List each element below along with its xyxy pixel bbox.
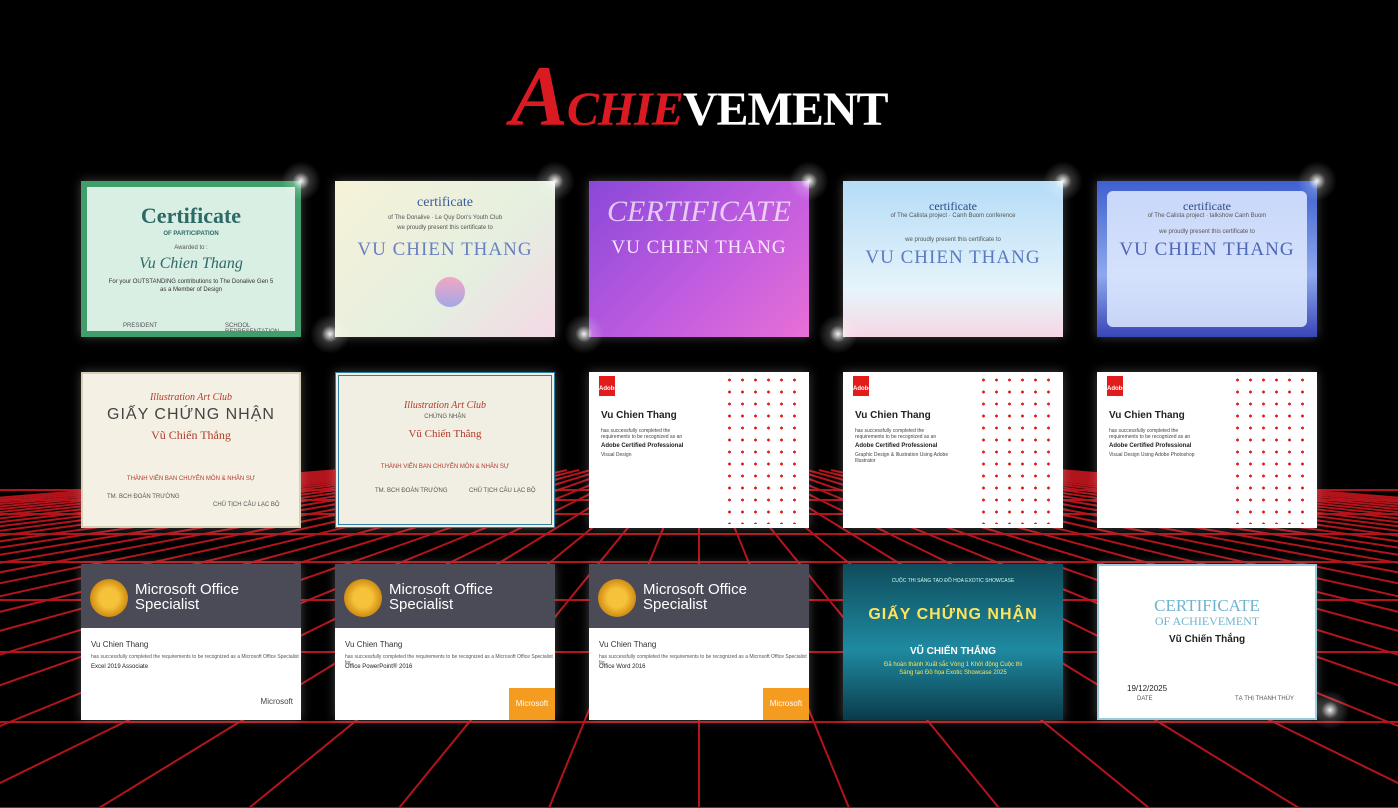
certificate-calista-conference[interactable]: certificate of The Calista project · Can… xyxy=(843,181,1063,337)
adobe-pattern xyxy=(1231,374,1311,524)
mos-heading-2: Specialist xyxy=(389,596,454,613)
cert-sig-left: TM. BCH ĐOÀN TRƯỜNG xyxy=(375,488,448,494)
cert-line2: requirements to be recognized as an xyxy=(601,434,683,440)
certificate-adobe-illustrator[interactable]: Adobe Vu Chien Thang has successfully co… xyxy=(843,372,1063,528)
cert-title: Adobe Certified Professional xyxy=(855,443,938,449)
cert-line1: Đã hoàn thành Xuất sắc Vòng 1 Khởi động … xyxy=(883,662,1023,668)
cert-recipient: VU CHIEN THANG xyxy=(1119,239,1295,260)
certificate-exotic-showcase[interactable]: CUỘC THI SÁNG TẠO ĐỒ HỌA EXOTIC SHOWCASE… xyxy=(843,564,1063,720)
cert-intro: we proudly present this certificate to xyxy=(1159,229,1255,235)
cert-track: Visual Design xyxy=(601,452,632,458)
cert-recipient: Vũ Chiến Thắng xyxy=(408,428,482,440)
adobe-logo-icon: Adobe xyxy=(1107,376,1126,396)
cert-recipient: Vu Chien Thang xyxy=(345,640,403,649)
cert-heading: certificate xyxy=(929,199,977,213)
cert-track: Visual Design Using Adobe Photoshop xyxy=(1109,452,1195,458)
cert-sig-right: CHỦ TỊCH CÂU LẠC BỘ xyxy=(469,488,536,494)
page-title: ACHIEVEMENT xyxy=(0,46,1398,146)
cert-title: Adobe Certified Professional xyxy=(601,443,684,449)
cert-recipient: Vu Chien Thang xyxy=(139,255,243,272)
cert-line2: Sáng tạo Đồ họa Exotic Showcase 2025 xyxy=(899,670,1007,676)
cert-heading: CHỨNG NHẬN xyxy=(424,414,466,420)
cert-role: THÀNH VIÊN BAN CHUYÊN MÔN & NHÂN SỰ xyxy=(126,476,256,482)
certificate-adobe-photoshop[interactable]: Adobe Vu Chien Thang has successfully co… xyxy=(1097,372,1317,528)
cert-recipient: Vũ Chiến Thắng xyxy=(1168,634,1246,645)
cert-recipient: VŨ CHIẾN THẮNG xyxy=(909,646,997,657)
adobe-pattern xyxy=(723,374,803,524)
certificate-achievement[interactable]: CERTIFICATE OF ACHIEVEMENT Vũ Chiến Thắn… xyxy=(1097,564,1317,720)
certificate-donalive[interactable]: certificate of The Donalive · Le Quy Don… xyxy=(335,181,555,337)
cert-heading-1: CERTIFICATE xyxy=(1154,596,1260,615)
cert-intro: we proudly present this certificate to xyxy=(905,237,1001,243)
cert-recipient: Vu Chien Thang xyxy=(599,640,657,649)
cert-signer: TẠ THỊ THANH THÚY xyxy=(1235,696,1295,702)
cert-org: of The Calista project · Canh Buom confe… xyxy=(890,213,1016,219)
cert-org: of The Donalive · Le Quy Don's Youth Clu… xyxy=(387,215,503,221)
cert-track: Graphic Design & Illustration Using Adob… xyxy=(855,452,949,464)
mos-seal-icon xyxy=(344,579,382,617)
mos-heading-2: Specialist xyxy=(643,596,708,613)
decor-circle-icon xyxy=(435,277,465,307)
cert-sub: OF PARTICIPATION xyxy=(163,231,219,237)
cert-sig-left: TM. BCH ĐOÀN TRƯỜNG xyxy=(107,494,180,500)
cert-recipient: Vũ Chiến Thắng xyxy=(151,428,231,442)
cert-top: CUỘC THI SÁNG TẠO ĐỒ HỌA EXOTIC SHOWCASE xyxy=(891,578,1015,584)
certificate-illustration-club-2[interactable]: Illustration Art Club CHỨNG NHẬN Vũ Chiế… xyxy=(335,372,555,528)
title-mid: CHIE xyxy=(566,83,684,136)
cert-track: Excel 2019 Associate xyxy=(91,664,149,670)
cert-club: Illustration Art Club xyxy=(149,392,233,403)
cert-line2: as a Member of Design xyxy=(159,287,223,293)
cert-intro: we proudly present this certificate to xyxy=(397,225,493,231)
certificate-mos-powerpoint[interactable]: Microsoft Office Specialist Vu Chien Than… xyxy=(335,564,555,720)
adobe-logo-icon: Adobe xyxy=(599,376,618,396)
microsoft-logo-icon: Microsoft xyxy=(260,697,293,706)
cert-recipient: Vu Chien Thang xyxy=(601,410,677,421)
cert-heading: GIẤY CHỨNG NHẬN xyxy=(107,406,275,423)
cert-recipient: Vu Chien Thang xyxy=(91,640,149,649)
certificate-mos-excel[interactable]: Microsoft Office Specialist Vu Chien Than… xyxy=(81,564,301,720)
cert-club: Illustration Art Club xyxy=(403,400,487,411)
cert-recipient: Vu Chien Thang xyxy=(855,410,931,421)
cert-line2: requirements to be recognized as an xyxy=(1109,434,1191,440)
certificate-purple[interactable]: CERTIFICATE VU CHIEN THANG xyxy=(589,181,809,337)
cert-awarded: Awarded to : xyxy=(174,245,208,251)
cert-recipient: VU CHIEN THANG xyxy=(611,237,787,258)
mos-seal-icon xyxy=(90,579,128,617)
cert-line2: requirements to be recognized as an xyxy=(855,434,937,440)
cert-date: 19/12/2025 xyxy=(1127,684,1168,693)
cert-heading: Certificate xyxy=(140,203,242,228)
cert-track: Office PowerPoint® 2016 xyxy=(345,664,413,670)
cert-title: Adobe Certified Professional xyxy=(1109,443,1192,449)
adobe-logo-icon: Adobe xyxy=(853,376,872,396)
certificate-participation[interactable]: Certificate OF PARTICIPATION Awarded to … xyxy=(81,181,301,337)
cert-heading: certificate xyxy=(1183,199,1231,213)
certificate-mos-word[interactable]: Microsoft Office Specialist Vu Chien Than… xyxy=(589,564,809,720)
cert-line1: For your OUTSTANDING contributions to Th… xyxy=(108,279,274,285)
cert-recipient: Vu Chien Thang xyxy=(1109,410,1185,421)
cert-heading: GIẤY CHỨNG NHẬN xyxy=(868,606,1038,623)
cert-sig-left: PRESIDENT xyxy=(123,323,158,329)
certificate-adobe-visual-design[interactable]: Adobe Vu Chien Thang has successfully co… xyxy=(589,372,809,528)
mos-seal-icon xyxy=(598,579,636,617)
cert-recipient: VU CHIEN THANG xyxy=(357,239,533,260)
title-first-letter: A xyxy=(510,48,567,144)
cert-line1: has successfully completed the requireme… xyxy=(91,654,299,660)
cert-date-label: DATE xyxy=(1137,696,1153,702)
cert-heading: CERTIFICATE xyxy=(607,195,791,228)
cert-heading: certificate xyxy=(417,195,473,210)
adobe-pattern xyxy=(977,374,1057,524)
mos-heading-2: Specialist xyxy=(135,596,200,613)
cert-role: THÀNH VIÊN BAN CHUYÊN MÔN & NHÂN SỰ xyxy=(380,464,510,470)
microsoft-logo-icon: Microsoft xyxy=(509,688,555,720)
cert-sig-right: SCHOOL REPRESENTATION xyxy=(225,323,280,335)
certificate-calista-talkshow[interactable]: certificate of The Calista project · tal… xyxy=(1097,181,1317,337)
cert-org: of The Calista project · talkshow Canh B… xyxy=(1147,213,1267,219)
cert-recipient: VU CHIEN THANG xyxy=(865,247,1041,268)
cert-heading-2: OF ACHIEVEMENT xyxy=(1154,614,1260,628)
cert-sig-right: CHỦ TỊCH CÂU LẠC BỘ xyxy=(213,502,280,508)
cert-track: Office Word 2016 xyxy=(599,664,646,670)
microsoft-logo-icon: Microsoft xyxy=(763,688,809,720)
title-rest: VEMENT xyxy=(682,83,889,136)
certificate-illustration-club-1[interactable]: Illustration Art Club GIẤY CHỨNG NHẬN Vũ… xyxy=(81,372,301,528)
